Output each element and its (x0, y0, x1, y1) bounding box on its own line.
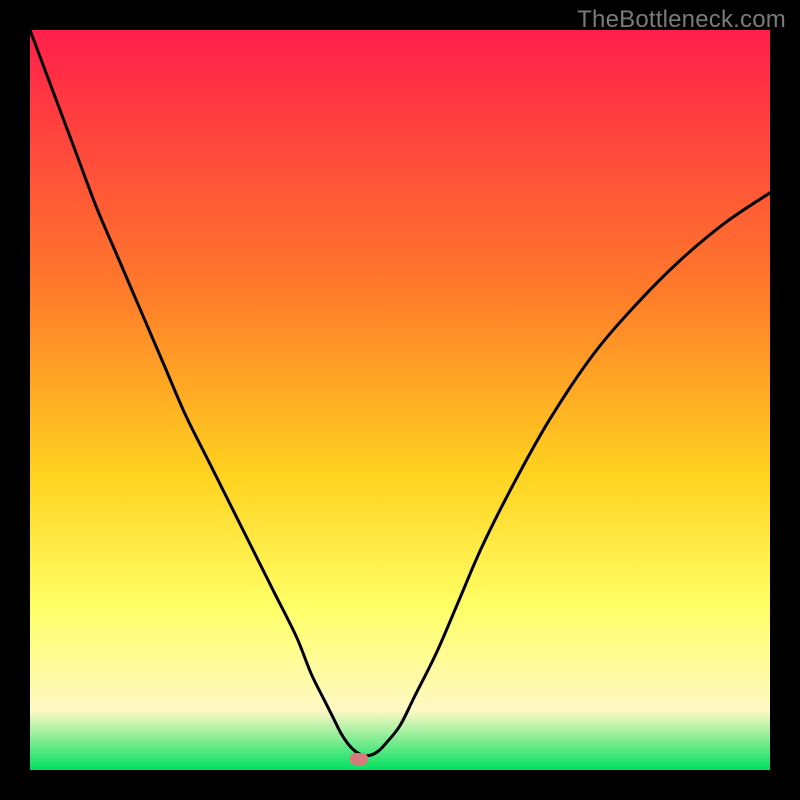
optimum-marker (350, 753, 368, 765)
bottleneck-chart (30, 30, 770, 770)
chart-frame: TheBottleneck.com (0, 0, 800, 800)
gradient-background (30, 30, 770, 770)
